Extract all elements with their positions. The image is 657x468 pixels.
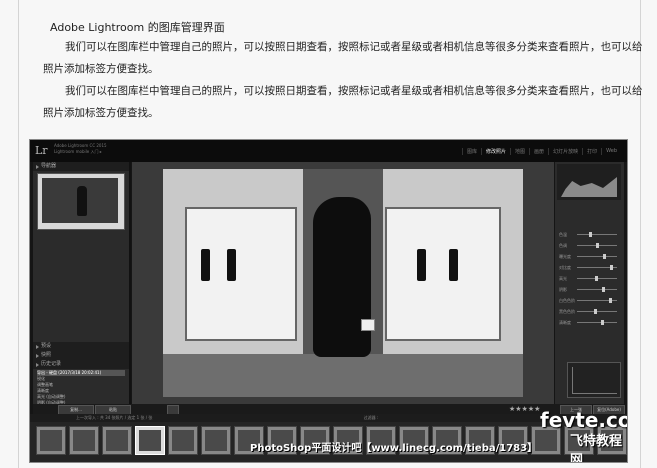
slider-track[interactable] (577, 256, 617, 257)
histogram[interactable] (557, 164, 621, 200)
slider-row[interactable]: 色调 (559, 243, 619, 248)
lightroom-top-bar: Lr Adobe Lightroom CC 2015 Lightroom mob… (30, 140, 627, 162)
watermark-text: PhotoShop平面设计吧【www.linecg.com/tieba/1783… (250, 443, 538, 454)
slider-row[interactable]: 黑色色阶 (559, 309, 619, 314)
tone-curve-graph[interactable] (567, 362, 621, 398)
module-tab-book[interactable]: 画册 (529, 148, 548, 155)
slider-track[interactable] (577, 311, 617, 312)
store-window-right (385, 207, 501, 341)
module-tab-web[interactable]: Web (601, 148, 621, 155)
slider-knob[interactable] (603, 254, 606, 259)
main-photo[interactable] (163, 169, 523, 397)
slider-track[interactable] (577, 289, 617, 290)
rating-stars[interactable]: ★★★★★ (509, 405, 540, 413)
slider-row[interactable]: 色温 (559, 232, 619, 237)
module-tab-print[interactable]: 打印 (582, 148, 601, 155)
slider-label: 阴影 (559, 287, 567, 292)
lightroom-logo: Lr (35, 144, 48, 157)
filter-label: 过滤器 : (363, 415, 379, 420)
slider-row[interactable]: 阴影 (559, 287, 619, 292)
site-logo-subtitle: 飞特教程网 (570, 434, 623, 463)
slider-row[interactable]: 对比度 (559, 265, 619, 270)
filmstrip-thumbnail[interactable] (69, 426, 99, 455)
bottom-toolbar: 复制... 粘贴 ★★★★★ 上一张 复位(Adobe) (33, 404, 625, 415)
slider-row[interactable]: 清晰度 (559, 320, 619, 325)
slider-knob[interactable] (601, 320, 604, 325)
slider-knob[interactable] (595, 276, 598, 281)
store-window-left (185, 207, 297, 341)
slider-row[interactable]: 白色色阶 (559, 298, 619, 303)
lightroom-screenshot: Lr Adobe Lightroom CC 2015 Lightroom mob… (29, 139, 628, 463)
module-tab-develop[interactable]: 修改照片 (481, 148, 510, 155)
slider-knob[interactable] (594, 309, 597, 314)
photo-subject (313, 197, 371, 357)
filmstrip-info: 上一次导入 : 共 34 张照片 / 选定 1 张 / 张 (76, 415, 153, 420)
snapshots-header[interactable]: 快照 (33, 351, 129, 360)
right-panel: 色温色调曝光度对比度高光阴影白色色阶黑色色阶清晰度 (555, 162, 624, 404)
slider-label: 高光 (559, 276, 567, 281)
presets-header[interactable]: 预设 (33, 342, 129, 351)
page-border-left (18, 0, 19, 468)
filmstrip-thumbnail[interactable] (201, 426, 231, 455)
filmstrip-header: 上一次导入 : 共 34 张照片 / 选定 1 张 / 张 过滤器 : (30, 414, 627, 422)
article-paragraph-1: 我们可以在图库栏中管理自己的照片，可以按照日期查看，按照标记或者星级或者相机信息… (43, 41, 643, 75)
slider-label: 对比度 (559, 265, 571, 270)
image-viewer[interactable] (132, 162, 554, 404)
slider-label: 色调 (559, 243, 567, 248)
article-paragraph-2: 我们可以在图库栏中管理自己的照片，可以按照日期查看，按照标记或者星级或者相机信息… (43, 85, 643, 119)
filmstrip-thumbnail[interactable] (102, 426, 132, 455)
filmstrip-thumbnail[interactable] (36, 426, 66, 455)
slider-label: 色温 (559, 232, 567, 237)
slider-track[interactable] (577, 234, 617, 235)
slider-knob[interactable] (609, 298, 612, 303)
slider-label: 白色色阶 (559, 298, 575, 303)
module-tab-library[interactable]: 图库 (462, 148, 481, 155)
slider-row[interactable]: 高光 (559, 276, 619, 281)
navigator-header[interactable]: 导航器 (33, 162, 129, 171)
slider-track[interactable] (577, 322, 617, 323)
slider-knob[interactable] (589, 232, 592, 237)
slider-label: 曝光度 (559, 254, 571, 259)
filmstrip-thumbnail[interactable] (135, 426, 165, 455)
slider-knob[interactable] (602, 287, 605, 292)
navigator-preview[interactable] (37, 173, 125, 230)
module-picker: 图库 修改照片 地图 画册 幻灯片放映 打印 Web (462, 148, 621, 155)
panel-divider (129, 162, 131, 404)
slider-knob[interactable] (610, 265, 613, 270)
site-logo: fevte.com (540, 408, 627, 432)
left-panel: 导航器 预设 快照 历史记录 导出 - 硬盘 (2017/3/18 20:02:… (33, 162, 129, 459)
slider-knob[interactable] (596, 243, 599, 248)
history-header[interactable]: 历史记录 (33, 360, 129, 369)
filmstrip-thumbnail[interactable] (168, 426, 198, 455)
slider-row[interactable]: 曝光度 (559, 254, 619, 259)
article-title: Adobe Lightroom 的图库管理界面 (50, 21, 225, 34)
navigator-thumb (42, 178, 118, 223)
module-tab-slideshow[interactable]: 幻灯片放映 (548, 148, 582, 155)
module-tab-map[interactable]: 地图 (510, 148, 529, 155)
identity-plate: Adobe Lightroom CC 2015 Lightroom mobile… (54, 143, 107, 154)
slider-label: 清晰度 (559, 320, 571, 325)
slider-label: 黑色色阶 (559, 309, 575, 314)
